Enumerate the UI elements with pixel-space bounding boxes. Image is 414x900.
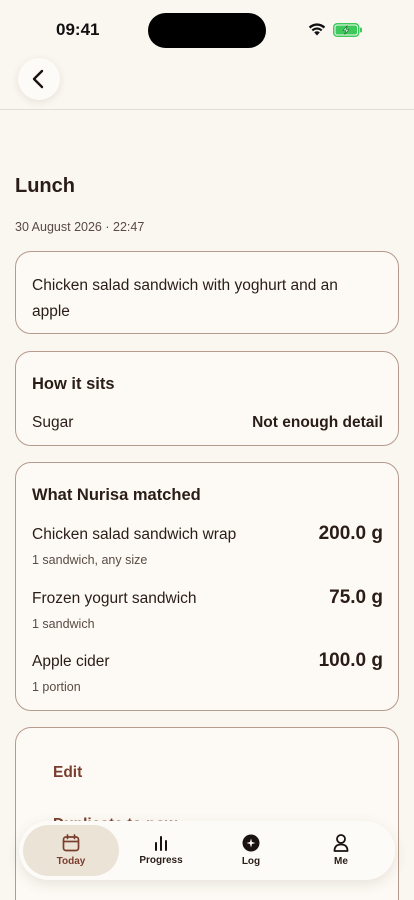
tab-label: Log <box>241 856 261 867</box>
chevron-left-icon <box>32 69 44 89</box>
matched-food-item: Apple cider 100.0 g 1 portion <box>32 650 383 703</box>
top-bar <box>0 58 414 110</box>
wifi-icon <box>308 23 326 36</box>
food-name: Frozen yogurt sandwich <box>32 590 197 607</box>
tab-bar: Today Progress Log Me <box>19 821 395 880</box>
status-time: 09:41 <box>56 20 100 39</box>
status-bar: 09:41 <box>0 0 414 60</box>
food-weight: 200.0 g <box>318 523 383 544</box>
tab-me[interactable]: Me <box>293 825 389 876</box>
dynamic-island <box>148 13 266 48</box>
calendar-icon <box>62 834 80 852</box>
tab-label: Today <box>56 856 86 867</box>
matched-food-item: Frozen yogurt sandwich 75.0 g 1 sandwich <box>32 587 383 640</box>
meal-description: Chicken salad sandwich with yoghurt and … <box>32 277 338 320</box>
tab-progress[interactable]: Progress <box>113 825 209 876</box>
card-heading: How it sits <box>32 375 115 393</box>
card-heading: What Nurisa matched <box>32 486 201 504</box>
meal-datetime: 30 August 2026 · 22:47 <box>15 220 145 234</box>
meal-description-card: Chicken salad sandwich with yoghurt and … <box>15 251 399 334</box>
matched-food-item: Chicken salad sandwich wrap 200.0 g 1 sa… <box>32 523 383 576</box>
nutrient-label: Sugar <box>32 414 74 431</box>
page-title: Lunch <box>15 175 75 197</box>
food-weight: 75.0 g <box>329 587 383 608</box>
tab-label: Progress <box>139 855 183 866</box>
food-name: Apple cider <box>32 653 110 670</box>
nutrient-status: Not enough detail <box>252 414 383 431</box>
person-icon <box>333 834 349 852</box>
plus-circle-icon <box>242 834 260 852</box>
how-it-sits-card: How it sits Sugar Not enough detail <box>15 351 399 446</box>
back-button[interactable] <box>18 58 60 100</box>
food-name: Chicken salad sandwich wrap <box>32 526 237 543</box>
bar-chart-icon <box>155 836 167 851</box>
food-weight: 100.0 g <box>318 650 383 671</box>
edit-button[interactable]: Edit <box>53 764 82 782</box>
matched-foods-card: What Nurisa matched Chicken salad sandwi… <box>15 462 399 711</box>
food-portion: 1 sandwich, any size <box>32 553 148 567</box>
tab-log[interactable]: Log <box>203 825 299 876</box>
food-portion: 1 sandwich <box>32 617 95 631</box>
tab-label: Me <box>334 856 348 867</box>
food-portion: 1 portion <box>32 680 81 694</box>
battery-icon <box>333 23 362 37</box>
tab-today[interactable]: Today <box>23 825 119 876</box>
